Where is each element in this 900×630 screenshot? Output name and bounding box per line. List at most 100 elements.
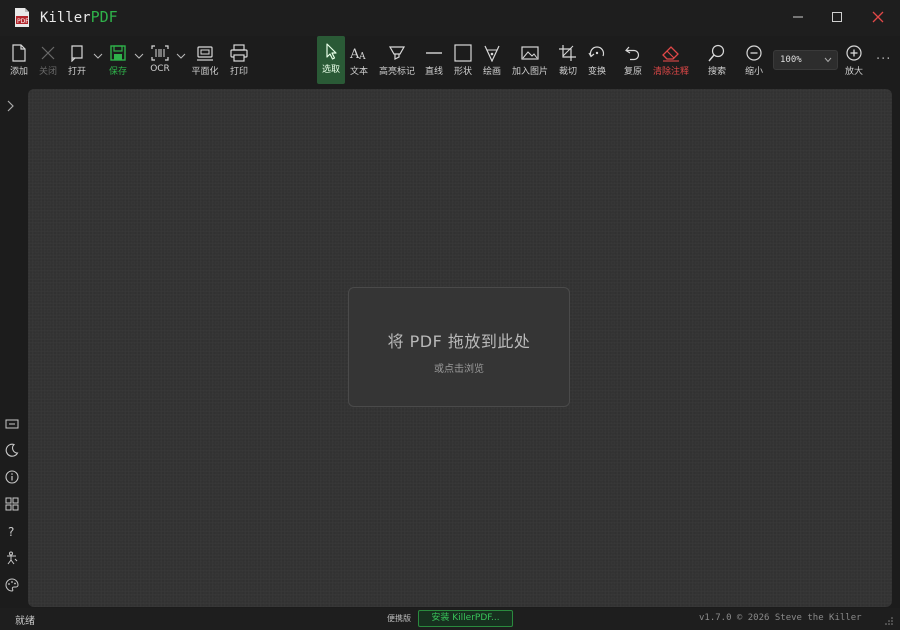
save-label: 保存 — [108, 67, 127, 77]
clear-annotations-label: 清除注释 — [652, 67, 689, 77]
rail-accessibility-button[interactable] — [4, 550, 20, 566]
line-icon — [426, 52, 442, 54]
select-tool-label: 选取 — [321, 65, 340, 75]
resize-grip-icon[interactable] — [884, 616, 894, 626]
plus-circle-icon — [846, 45, 862, 61]
svg-text:?: ? — [8, 525, 14, 538]
eraser-icon — [662, 46, 679, 62]
portable-label: 便携版 — [387, 614, 411, 623]
undo-icon — [625, 46, 640, 61]
rail-info-button[interactable] — [4, 469, 20, 485]
add-label: 添加 — [9, 67, 28, 77]
zoom-in-label: 放大 — [844, 67, 863, 77]
chevron-down-icon — [824, 57, 832, 63]
draw-tool-label: 绘画 — [482, 67, 501, 77]
palette-icon — [5, 578, 19, 592]
more-options-button[interactable]: ··· — [876, 52, 891, 67]
search-icon — [708, 44, 725, 62]
print-button[interactable]: 打印 — [227, 38, 251, 82]
rail-help-button[interactable]: ? — [4, 523, 20, 539]
rotate-icon — [588, 46, 605, 58]
status-text: 就绪 — [15, 616, 35, 627]
rail-dark-mode-button[interactable] — [4, 442, 20, 458]
minus-circle-icon — [746, 45, 762, 61]
app-logo-icon: PDF — [15, 8, 29, 27]
flatten-icon — [197, 46, 213, 61]
select-tool-button[interactable]: 选取 — [317, 36, 345, 84]
status-bar: 就绪 便携版 安装 KillerPDF... v1.7.0 © 2026 Ste… — [0, 608, 900, 630]
crop-icon — [559, 45, 576, 61]
shape-tool-label: 形状 — [453, 67, 472, 77]
zoom-level-value: 100% — [780, 55, 802, 65]
maximize-button[interactable] — [815, 0, 859, 34]
zoom-out-button[interactable]: 缩小 — [742, 38, 766, 82]
install-button[interactable]: 安装 KillerPDF... — [418, 610, 513, 627]
highlight-tool-button[interactable]: 高亮标记 — [378, 38, 416, 82]
app-title: KillerPDF — [40, 8, 118, 26]
highlighter-icon — [388, 46, 406, 60]
new-file-icon — [12, 44, 26, 62]
drop-zone[interactable]: 将 PDF 拖放到此处 或点击浏览 — [348, 287, 570, 407]
rectangle-icon — [454, 44, 472, 62]
ocr-dropdown-chevron-icon[interactable] — [176, 52, 186, 60]
text-tool-icon: AA — [349, 47, 366, 62]
text-tool-button[interactable]: AA 文本 — [348, 38, 370, 82]
ocr-button[interactable]: OCR — [147, 38, 173, 82]
undo-button[interactable]: 复原 — [621, 38, 645, 82]
zoom-in-button[interactable]: 放大 — [842, 38, 866, 82]
rail-thumbnails-button[interactable] — [4, 496, 20, 512]
add-image-button[interactable]: 加入图片 — [510, 38, 550, 82]
draw-tool-button[interactable]: 绘画 — [480, 38, 504, 82]
open-label: 打开 — [67, 67, 86, 77]
open-button[interactable]: 打开 — [64, 38, 90, 82]
flatten-button[interactable]: 平面化 — [190, 38, 220, 82]
zoom-level-select[interactable]: 100% — [773, 50, 838, 70]
document-canvas[interactable]: 将 PDF 拖放到此处 或点击浏览 — [28, 89, 892, 607]
add-button[interactable]: 添加 — [7, 38, 31, 82]
close-window-button[interactable] — [856, 0, 900, 34]
shape-tool-button[interactable]: 形状 — [451, 38, 475, 82]
zoom-out-label: 缩小 — [744, 67, 763, 77]
expand-sidebar-chevron-icon[interactable] — [5, 98, 17, 114]
open-file-icon — [71, 45, 83, 62]
toolbar: 添加 关闭 打开 保存 OCR 平面化 打印 选取 AA 文本 高亮标记 直线 … — [0, 36, 900, 86]
rail-theme-button[interactable] — [4, 577, 20, 593]
rail-sign-button[interactable] — [4, 416, 20, 432]
transform-tool-label: 变换 — [587, 67, 606, 77]
line-tool-label: 直线 — [424, 67, 443, 77]
clear-annotations-button[interactable]: 清除注释 — [651, 38, 691, 82]
transform-tool-button[interactable]: 变换 — [585, 38, 609, 82]
save-dropdown-chevron-icon[interactable] — [134, 52, 144, 60]
question-mark-icon: ? — [8, 525, 14, 538]
text-tool-label: 文本 — [349, 67, 368, 77]
line-tool-button[interactable]: 直线 — [422, 38, 446, 82]
ocr-scan-icon — [151, 45, 169, 61]
cursor-arrow-icon — [326, 43, 337, 60]
drop-zone-title: 将 PDF 拖放到此处 — [387, 332, 531, 351]
svg-text:PDF: PDF — [17, 18, 29, 25]
add-image-label: 加入图片 — [511, 67, 548, 77]
svg-text:A: A — [358, 52, 366, 62]
close-file-button[interactable]: 关闭 — [36, 38, 60, 82]
save-icon — [110, 45, 126, 61]
crop-tool-button[interactable]: 裁切 — [556, 38, 580, 82]
search-button[interactable]: 搜索 — [705, 38, 729, 82]
image-icon — [521, 46, 539, 60]
minimize-button[interactable] — [776, 0, 820, 34]
ocr-label: OCR — [150, 64, 170, 74]
minimize-icon — [793, 16, 803, 18]
crop-tool-label: 裁切 — [558, 67, 577, 77]
maximize-icon — [832, 12, 842, 22]
printer-icon — [230, 44, 248, 62]
save-button[interactable]: 保存 — [106, 38, 130, 82]
title-bar: PDF KillerPDF — [0, 0, 900, 36]
flatten-label: 平面化 — [191, 67, 219, 77]
info-icon — [5, 470, 19, 484]
close-file-label: 关闭 — [38, 67, 57, 77]
version-text: v1.7.0 © 2026 Steve the Killer — [699, 613, 862, 623]
undo-label: 复原 — [623, 67, 642, 77]
accessibility-icon — [7, 551, 18, 565]
open-dropdown-chevron-icon[interactable] — [93, 52, 103, 60]
search-label: 搜索 — [707, 67, 726, 77]
drop-zone-browse-link[interactable]: 或点击浏览 — [349, 360, 569, 375]
